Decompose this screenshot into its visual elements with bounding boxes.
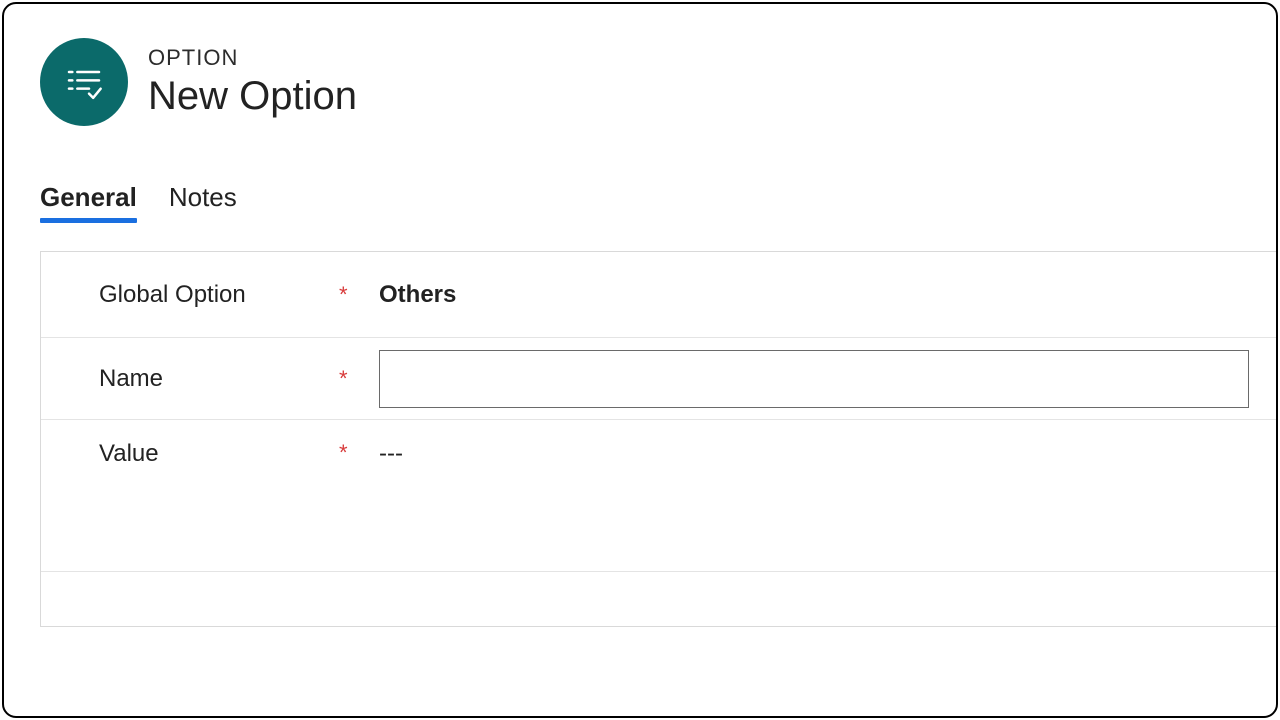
name-field-wrap <box>379 350 1276 408</box>
required-mark: * <box>339 366 379 392</box>
global-option-label: Global Option <box>99 281 339 309</box>
field-row-global-option: Global Option * Others <box>41 252 1276 338</box>
name-input[interactable] <box>379 350 1249 408</box>
value-value[interactable]: --- <box>379 440 1276 468</box>
field-row-empty <box>41 572 1276 626</box>
field-row-value: Value * --- <box>41 420 1276 572</box>
entity-type-label: OPTION <box>148 45 357 71</box>
tabs: General Notes <box>40 182 1276 221</box>
required-mark: * <box>339 440 379 466</box>
value-label: Value <box>99 440 339 468</box>
required-mark: * <box>339 282 379 308</box>
global-option-text: Others <box>379 281 456 309</box>
name-label: Name <box>99 365 339 393</box>
header-text: OPTION New Option <box>148 45 357 119</box>
field-row-name: Name * <box>41 338 1276 420</box>
general-panel: Global Option * Others Name * Value * --… <box>40 251 1276 627</box>
window-frame: OPTION New Option General Notes Global O… <box>2 2 1278 718</box>
record-header: OPTION New Option <box>4 4 1276 126</box>
option-list-icon <box>40 38 128 126</box>
tab-general[interactable]: General <box>40 182 137 221</box>
global-option-value[interactable]: Others <box>379 281 1276 309</box>
value-text: --- <box>379 440 403 468</box>
tab-notes[interactable]: Notes <box>169 182 237 221</box>
page-title: New Option <box>148 73 357 119</box>
